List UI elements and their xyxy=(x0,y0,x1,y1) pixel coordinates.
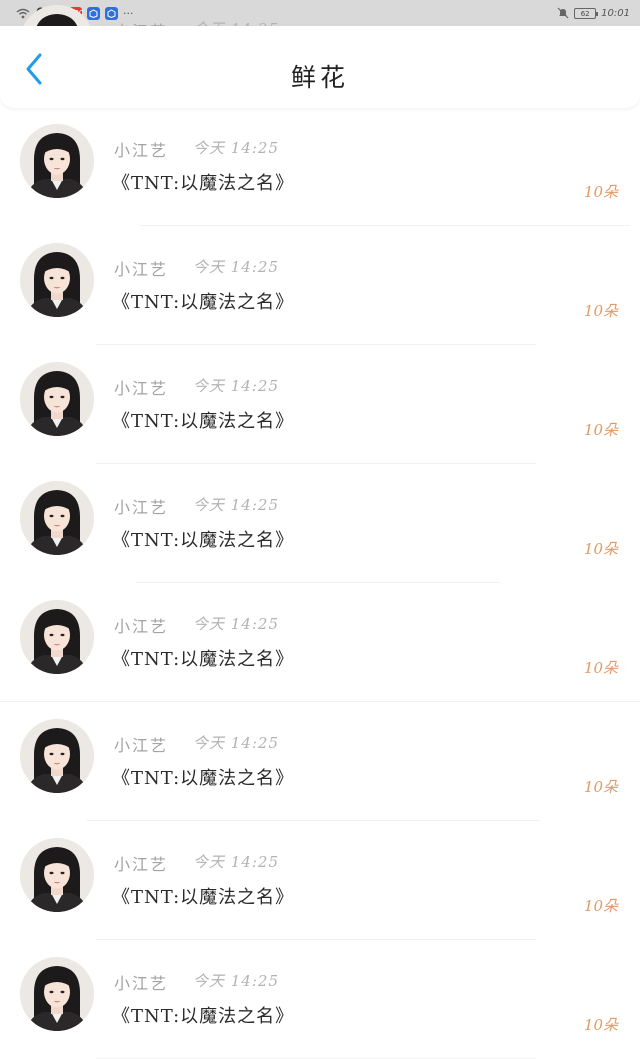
sender-name: 小江艺 xyxy=(114,736,169,755)
sent-time: 今天 14:25 xyxy=(193,615,279,633)
page-title: 鲜花 xyxy=(290,63,349,92)
gift-message: 《TNT:以魔法之名》 xyxy=(112,411,295,432)
sender-name: 小江艺 xyxy=(114,498,169,517)
sent-time: 今天 14:25 xyxy=(193,734,279,752)
avatar[interactable] xyxy=(20,362,94,436)
sender-name: 小江艺 xyxy=(114,379,169,398)
flower-amount: 10朵 xyxy=(583,302,618,320)
avatar[interactable] xyxy=(20,957,94,1031)
sent-time: 今天 14:25 xyxy=(193,377,279,395)
gift-message: 《TNT:以魔法之名》 xyxy=(112,173,295,194)
list-item[interactable]: 小江艺 今天 14:25 《TNT:以魔法之名》 10朵 xyxy=(0,464,640,583)
flower-amount: 10朵 xyxy=(583,778,618,796)
avatar[interactable] xyxy=(20,838,94,912)
flower-amount: 10朵 xyxy=(583,540,618,558)
nav-header: 鲜花 xyxy=(0,26,640,108)
gift-message: 《TNT:以魔法之名》 xyxy=(112,887,295,908)
list-item[interactable]: 小江艺 今天 14:25 《TNT:以魔法之名》 10朵 xyxy=(0,940,640,1059)
avatar[interactable] xyxy=(20,600,94,674)
sent-time: 今天 14:25 xyxy=(193,853,279,871)
sent-time: 今天 14:25 xyxy=(193,139,279,157)
avatar[interactable] xyxy=(20,719,94,793)
gift-message: 《TNT:以魔法之名》 xyxy=(112,530,295,551)
gift-list: 小江艺 今天 14:25 《TNT:以魔法之名》 10朵 小江艺 今天 14:2… xyxy=(0,0,640,1059)
list-item[interactable]: 小江艺 今天 14:25 《TNT:以魔法之名》 10朵 xyxy=(0,107,640,226)
gift-message: 《TNT:以魔法之名》 xyxy=(112,768,295,789)
list-item[interactable]: 小江艺 今天 14:25 《TNT:以魔法之名》 10朵 xyxy=(0,821,640,940)
gift-message: 《TNT:以魔法之名》 xyxy=(112,292,295,313)
list-item[interactable]: 小江艺 今天 14:25 《TNT:以魔法之名》 10朵 xyxy=(0,583,640,702)
sent-time: 今天 14:25 xyxy=(193,972,279,990)
gift-message: 《TNT:以魔法之名》 xyxy=(112,1006,295,1027)
avatar[interactable] xyxy=(20,481,94,555)
flower-amount: 10朵 xyxy=(583,421,618,439)
sent-time: 今天 14:25 xyxy=(193,258,279,276)
sender-name: 小江艺 xyxy=(114,974,169,993)
sender-name: 小江艺 xyxy=(114,260,169,279)
list-item[interactable]: 小江艺 今天 14:25 《TNT:以魔法之名》 10朵 xyxy=(0,226,640,345)
sender-name: 小江艺 xyxy=(114,141,169,160)
avatar[interactable] xyxy=(20,124,94,198)
flower-amount: 10朵 xyxy=(583,1016,618,1034)
sent-time: 今天 14:25 xyxy=(193,496,279,514)
flower-amount: 10朵 xyxy=(583,183,618,201)
sender-name: 小江艺 xyxy=(114,855,169,874)
list-item[interactable]: 小江艺 今天 14:25 《TNT:以魔法之名》 10朵 xyxy=(0,345,640,464)
sender-name: 小江艺 xyxy=(114,617,169,636)
flower-amount: 10朵 xyxy=(583,659,618,677)
avatar[interactable] xyxy=(20,243,94,317)
gift-message: 《TNT:以魔法之名》 xyxy=(112,649,295,670)
list-item[interactable]: 小江艺 今天 14:25 《TNT:以魔法之名》 10朵 xyxy=(0,702,640,821)
flower-amount: 10朵 xyxy=(583,897,618,915)
